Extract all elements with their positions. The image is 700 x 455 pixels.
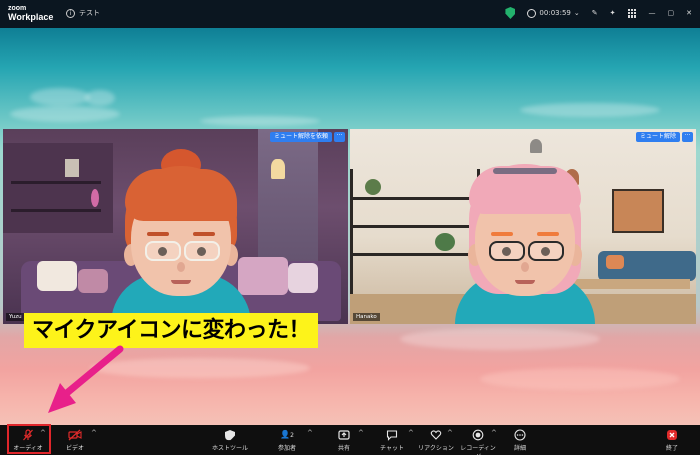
- chevron-down-icon: ⌄: [573, 9, 580, 17]
- sparkle-icon[interactable]: ✦: [610, 9, 616, 17]
- unmute-button[interactable]: ミュート解除: [635, 132, 680, 142]
- more-dots-icon: [514, 429, 526, 441]
- request-unmute-button[interactable]: ミュート解除を依頼: [269, 132, 332, 142]
- timer-text: 00:03:59: [539, 9, 571, 17]
- more-button[interactable]: 詳細: [508, 429, 532, 452]
- end-label: 終了: [665, 445, 678, 452]
- video-button[interactable]: ビデオ: [60, 429, 90, 452]
- audio-highlight-box: [7, 424, 51, 454]
- video-tile-yuzu[interactable]: ミュート解除を依頼 ··· Yuzu: [3, 129, 348, 324]
- callout-banner: マイクアイコンに変わった！: [24, 313, 318, 348]
- security-shield-icon[interactable]: [505, 7, 516, 19]
- reactions-label: リアクション: [418, 445, 454, 452]
- tile-more-button[interactable]: ···: [682, 132, 693, 142]
- info-icon[interactable]: i: [66, 8, 75, 18]
- chat-caret-icon[interactable]: ^: [408, 429, 414, 437]
- participant-name-tag: Yuzu: [6, 313, 25, 321]
- recording-caret-icon[interactable]: ^: [491, 429, 497, 437]
- video-label: ビデオ: [65, 445, 84, 452]
- meeting-name: テスト: [79, 9, 100, 17]
- clock-icon: [527, 8, 537, 18]
- meeting-info[interactable]: i テスト: [66, 8, 100, 18]
- chat-bubble-icon: [386, 430, 398, 441]
- participants-count: 2: [290, 432, 294, 439]
- video-options-caret-icon[interactable]: ^: [91, 429, 97, 437]
- meeting-toolbar: オーディオ ^ ビデオ ^ ホストツール 👤2 参加者 ^ 共有 ^ チャット: [0, 425, 700, 455]
- end-meeting-button[interactable]: 終了: [660, 429, 684, 452]
- video-tile-hanako[interactable]: ミュート解除 ··· Hanako: [350, 129, 696, 324]
- minimize-button[interactable]: —: [649, 9, 656, 17]
- more-label: 詳細: [513, 445, 526, 452]
- pencil-icon[interactable]: ✎: [592, 9, 598, 17]
- chat-label: チャット: [380, 445, 404, 452]
- apps-grid-icon[interactable]: [627, 8, 637, 18]
- participant-name-tag: Hanako: [353, 313, 380, 321]
- share-button[interactable]: 共有: [332, 429, 356, 452]
- share-screen-icon: [338, 430, 350, 440]
- share-label: 共有: [337, 445, 350, 452]
- chat-button[interactable]: チャット: [378, 429, 406, 452]
- title-bar: zoom Workplace i テスト 00:03:59 ⌄ ✎ ✦ — ▢ …: [0, 0, 700, 28]
- logo-line2: Workplace: [8, 12, 54, 22]
- reaction-heart-icon: [430, 430, 442, 440]
- participants-button[interactable]: 👤2 参加者: [272, 429, 302, 452]
- pointer-arrow-icon: [48, 345, 124, 413]
- maximize-button[interactable]: ▢: [668, 9, 675, 17]
- participants-icon: 👤2: [280, 430, 294, 439]
- participants-label: 参加者: [277, 445, 296, 452]
- video-camera-off-icon: [68, 429, 82, 441]
- zoom-logo: zoom Workplace: [8, 4, 53, 22]
- host-tools-label: ホストツール: [211, 445, 248, 452]
- close-button[interactable]: ✕: [686, 9, 692, 17]
- tile-more-button[interactable]: ···: [334, 132, 345, 142]
- reactions-caret-icon[interactable]: ^: [447, 429, 453, 437]
- record-icon: [472, 429, 484, 441]
- avatar-hanako: [445, 144, 605, 324]
- shield-icon: [225, 430, 235, 441]
- share-caret-icon[interactable]: ^: [358, 429, 364, 437]
- end-x-icon: [667, 430, 677, 440]
- host-tools-button[interactable]: ホストツール: [210, 429, 250, 452]
- avatar-yuzu: [101, 144, 261, 324]
- participants-caret-icon[interactable]: ^: [307, 429, 313, 437]
- meeting-timer[interactable]: 00:03:59 ⌄: [527, 8, 580, 18]
- recording-label: レコーディング: [460, 445, 496, 455]
